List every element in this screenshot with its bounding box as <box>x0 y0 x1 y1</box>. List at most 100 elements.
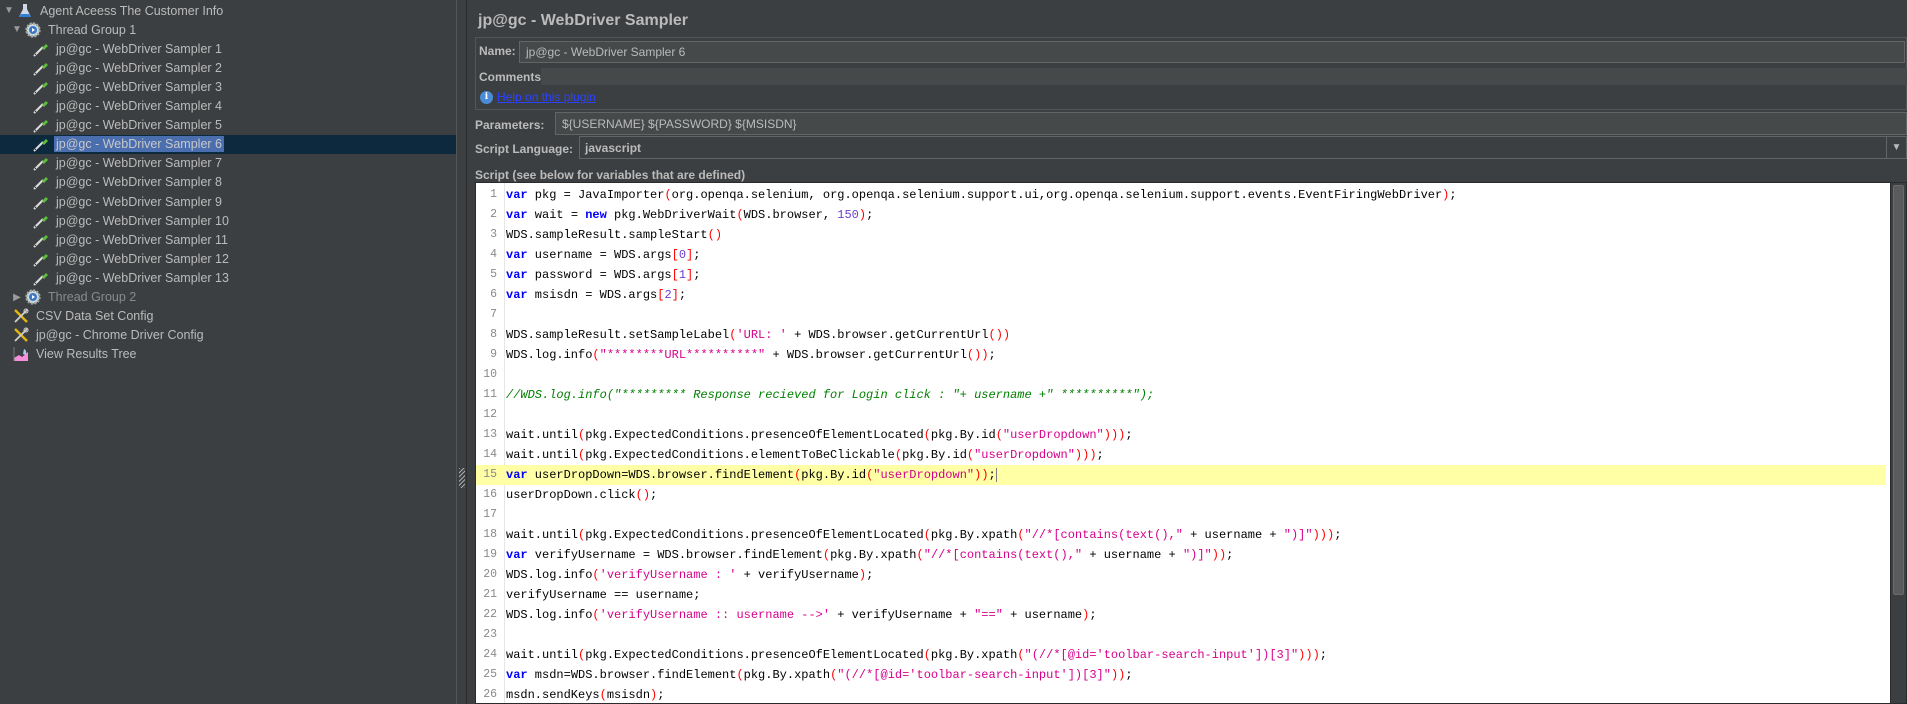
code-line[interactable]: 24 wait.until(pkg.ExpectedConditions.pres… <box>476 645 1886 665</box>
parameters-field[interactable]: ${USERNAME} ${PASSWORD} ${MSISDN} <box>555 112 1907 135</box>
line-number: 20 <box>483 568 497 581</box>
line-number: 8 <box>490 328 497 341</box>
code-line[interactable]: 19 var verifyUsername = WDS.browser.findE… <box>476 545 1886 565</box>
tree-item[interactable]: CSV Data Set Config <box>0 307 456 326</box>
code-line[interactable]: 25 var msdn=WDS.browser.findElement(pkg.B… <box>476 665 1886 685</box>
tree-item-label: jp@gc - WebDriver Sampler 7 <box>56 156 222 171</box>
line-number: 26 <box>483 688 497 701</box>
expand-arrow-icon[interactable]: ▼ <box>3 5 15 17</box>
help-link-row: i Help on this plugin <box>480 90 596 104</box>
tree-item[interactable]: jp@gc - WebDriver Sampler 5 <box>0 116 456 135</box>
tree-item[interactable]: jp@gc - WebDriver Sampler 1 <box>0 39 456 58</box>
code-line[interactable]: 16 userDropDown.click(); <box>476 485 1886 505</box>
line-number: 16 <box>483 488 497 501</box>
pipette-sampler-icon <box>31 78 51 96</box>
tree-item[interactable]: jp@gc - WebDriver Sampler 9 <box>0 192 456 211</box>
comments-field[interactable] <box>541 68 1907 85</box>
collapse-arrow-icon[interactable]: ▶ <box>11 291 23 303</box>
test-plan-tree[interactable]: ▼ Agent Aceess The Customer Info ▼ Thread G… <box>0 0 456 704</box>
code-line[interactable]: 21 verifyUsername == username; <box>476 585 1886 605</box>
tree-item[interactable]: ▶ Thread Group 2 <box>0 288 456 307</box>
code-line[interactable]: 7 <box>476 305 1886 325</box>
script-language-select[interactable]: javascript ▼ <box>579 136 1907 159</box>
line-number: 25 <box>483 668 497 681</box>
code-line[interactable]: 1 var pkg = JavaImporter(org.openqa.selen… <box>476 185 1886 205</box>
help-on-plugin-link[interactable]: Help on this plugin <box>497 90 596 104</box>
pipette-sampler-icon <box>31 269 51 287</box>
pipette-sampler-icon <box>31 97 51 115</box>
name-field[interactable]: jp@gc - WebDriver Sampler 6 <box>519 41 1905 63</box>
tree-item[interactable]: jp@gc - WebDriver Sampler 11 <box>0 230 456 249</box>
splitter-grip-icon[interactable] <box>459 468 465 488</box>
code-line[interactable]: 2 var wait = new pkg.WebDriverWait(WDS.br… <box>476 205 1886 225</box>
tree-item[interactable]: ▼ Thread Group 1 <box>0 20 456 39</box>
code-line[interactable]: 11 //WDS.log.info("********* Response rec… <box>476 385 1886 405</box>
tree-item-label: Thread Group 2 <box>48 290 137 304</box>
line-number: 10 <box>483 368 497 381</box>
line-number: 21 <box>483 588 497 601</box>
tree-item[interactable]: ▼ Agent Aceess The Customer Info <box>0 1 456 20</box>
pipette-sampler-icon <box>31 59 51 77</box>
tree-item[interactable]: View Results Tree <box>0 345 456 364</box>
tree-item-label: jp@gc - WebDriver Sampler 12 <box>56 251 229 266</box>
line-number: 24 <box>483 648 497 661</box>
code-line[interactable]: 23 <box>476 625 1886 645</box>
code-line[interactable]: 8 WDS.sampleResult.setSampleLabel('URL: '… <box>476 325 1886 345</box>
tree-item-label: jp@gc - WebDriver Sampler 2 <box>56 60 222 75</box>
scrollbar-thumb[interactable] <box>1893 185 1904 595</box>
code-line[interactable]: 14 wait.until(pkg.ExpectedConditions.elem… <box>476 445 1886 465</box>
expand-arrow-icon[interactable]: ▼ <box>11 24 23 36</box>
pipette-sampler-icon <box>31 135 51 153</box>
tree-item-label: Agent Aceess The Customer Info <box>40 3 224 18</box>
tree-item[interactable]: jp@gc - WebDriver Sampler 2 <box>0 58 456 77</box>
tree-item[interactable]: jp@gc - WebDriver Sampler 6 <box>0 134 456 154</box>
tree-item[interactable]: jp@gc - WebDriver Sampler 13 <box>0 268 456 287</box>
script-editor[interactable]: 1 var pkg = JavaImporter(org.openqa.selen… <box>475 182 1907 704</box>
line-number: 2 <box>490 208 497 221</box>
test-plan-flask-icon <box>15 2 35 20</box>
line-number: 6 <box>490 288 497 301</box>
code-text: var verifyUsername = WDS.browser.findEle… <box>506 548 1234 562</box>
code-line[interactable]: 5 var password = WDS.args[1]; <box>476 265 1886 285</box>
code-text: wait.until(pkg.ExpectedConditions.elemen… <box>506 448 1104 462</box>
line-number: 18 <box>483 528 497 541</box>
tree-item[interactable]: jp@gc - Chrome Driver Config <box>0 326 456 345</box>
parameters-label: Parameters: <box>475 118 545 132</box>
line-number: 12 <box>483 408 497 421</box>
code-line[interactable]: 22 WDS.log.info('verifyUsername :: userna… <box>476 605 1886 625</box>
tree-item-label: jp@gc - Chrome Driver Config <box>36 328 204 343</box>
comments-label: Comments: <box>479 70 546 84</box>
code-area[interactable]: 1 var pkg = JavaImporter(org.openqa.selen… <box>476 185 1886 703</box>
tree-item[interactable]: jp@gc - WebDriver Sampler 7 <box>0 154 456 173</box>
pane-splitter[interactable] <box>456 0 467 704</box>
code-line[interactable]: 12 <box>476 405 1886 425</box>
code-line[interactable]: 18 wait.until(pkg.ExpectedConditions.pres… <box>476 525 1886 545</box>
code-line[interactable]: 17 <box>476 505 1886 525</box>
code-text: var pkg = JavaImporter(org.openqa.seleni… <box>506 188 1457 202</box>
tree-item-label: Thread Group 1 <box>48 22 137 37</box>
code-text: var username = WDS.args[0]; <box>506 248 701 262</box>
code-line[interactable]: 13 wait.until(pkg.ExpectedConditions.pres… <box>476 425 1886 445</box>
results-chart-icon <box>11 345 31 363</box>
pipette-sampler-icon <box>31 40 51 58</box>
chevron-down-icon[interactable]: ▼ <box>1886 137 1906 158</box>
code-line[interactable]: 15 var userDropDown=WDS.browser.findEleme… <box>476 465 1886 485</box>
tree-item[interactable]: jp@gc - WebDriver Sampler 12 <box>0 249 456 268</box>
tree-item[interactable]: jp@gc - WebDriver Sampler 3 <box>0 77 456 96</box>
tree-item[interactable]: jp@gc - WebDriver Sampler 4 <box>0 97 456 116</box>
tree-item[interactable]: jp@gc - WebDriver Sampler 10 <box>0 211 456 230</box>
code-line[interactable]: 6 var msisdn = WDS.args[2]; <box>476 285 1886 305</box>
code-line[interactable]: 10 <box>476 365 1886 385</box>
panel-title: jp@gc - WebDriver Sampler <box>478 12 689 29</box>
code-line[interactable]: 9 WDS.log.info("********URL**********" + … <box>476 345 1886 365</box>
pipette-sampler-icon <box>31 154 51 172</box>
code-line[interactable]: 26 msdn.sendKeys(msisdn); <box>476 685 1886 703</box>
tree-item-label: jp@gc - WebDriver Sampler 13 <box>56 270 229 285</box>
code-line[interactable]: 20 WDS.log.info('verifyUsername : ' + ver… <box>476 565 1886 585</box>
code-line[interactable]: 3 WDS.sampleResult.sampleStart() <box>476 225 1886 245</box>
tree-item[interactable]: jp@gc - WebDriver Sampler 8 <box>0 173 456 192</box>
tree-item-label: jp@gc - WebDriver Sampler 6 <box>54 136 224 153</box>
thread-group-gear-icon <box>23 21 43 39</box>
code-line[interactable]: 4 var username = WDS.args[0]; <box>476 245 1886 265</box>
editor-vertical-scrollbar[interactable] <box>1890 183 1906 703</box>
